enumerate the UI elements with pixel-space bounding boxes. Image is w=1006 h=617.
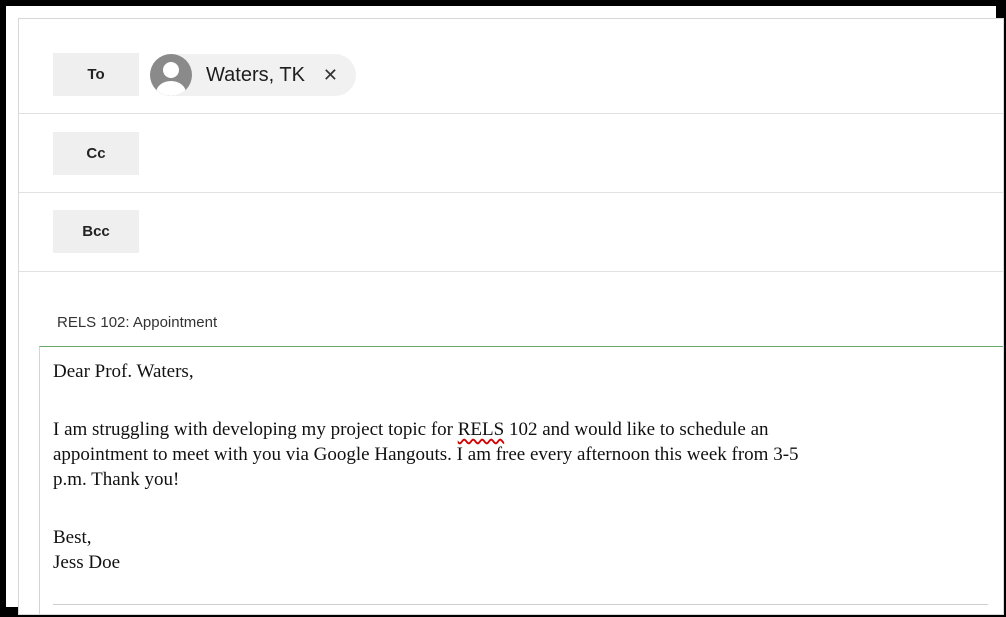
screenshot-frame: To Waters, TK ✕ Cc Bcc RELS 102: Appoint…: [0, 0, 1006, 617]
body-paragraph-line: I am struggling with developing my proje…: [53, 417, 769, 442]
subject-field[interactable]: RELS 102: Appointment: [19, 272, 1003, 346]
person-icon: [150, 54, 192, 96]
recipient-name: Waters, TK: [206, 63, 305, 86]
message-body-editor[interactable]: Dear Prof. Waters, I am struggling with …: [39, 346, 1003, 614]
bcc-button[interactable]: Bcc: [53, 210, 139, 253]
body-text-segment: 102 and would like to schedule an: [504, 419, 769, 440]
subject-text: RELS 102: Appointment: [57, 314, 218, 331]
cc-row: Cc: [19, 114, 1003, 193]
bcc-row: Bcc: [19, 193, 1003, 272]
signature-divider: [53, 604, 988, 605]
body-closing: Best,: [53, 527, 92, 548]
to-row: To Waters, TK ✕: [19, 19, 1003, 114]
body-paragraph-line: p.m. Thank you!: [53, 469, 180, 490]
body-greeting: Dear Prof. Waters,: [53, 361, 194, 382]
spellcheck-flagged-word[interactable]: RELS: [458, 419, 504, 440]
cc-button[interactable]: Cc: [53, 132, 139, 175]
body-signature: Jess Doe: [53, 552, 121, 573]
body-paragraph-line: appointment to meet with you via Google …: [53, 444, 799, 465]
to-button[interactable]: To: [53, 53, 139, 96]
close-icon[interactable]: ✕: [323, 65, 338, 86]
compose-form: To Waters, TK ✕ Cc Bcc RELS 102: Appoint…: [18, 18, 1004, 615]
recipient-chip[interactable]: Waters, TK ✕: [150, 54, 356, 96]
body-text-segment: I am struggling with developing my proje…: [53, 419, 458, 440]
